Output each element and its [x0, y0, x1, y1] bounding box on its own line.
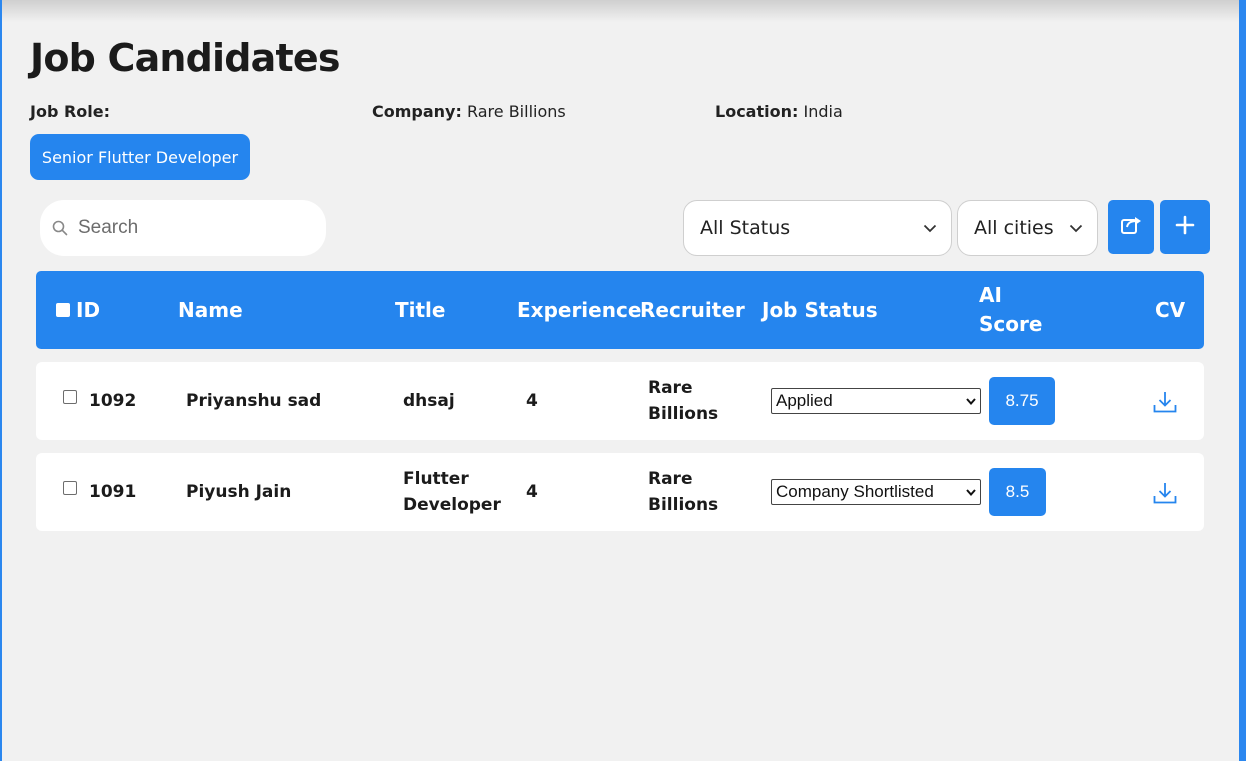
column-header-title[interactable]: Title: [395, 271, 445, 349]
candidate-title: Flutter Developer: [403, 453, 501, 531]
column-header-ai-score[interactable]: AI Score: [979, 271, 1042, 349]
recruiter-line1: Rare: [648, 378, 693, 398]
search-bar[interactable]: [40, 200, 326, 256]
location-label: Location:: [715, 102, 799, 121]
column-header-cv: CV: [1155, 298, 1186, 322]
candidate-title-line2: Developer: [403, 495, 501, 515]
select-all-checkbox[interactable]: [56, 303, 70, 317]
recruiter-line2: Billions: [648, 404, 719, 424]
download-cv-button[interactable]: [1152, 389, 1178, 415]
download-icon: [1153, 483, 1177, 504]
candidate-recruiter: Rare Billions: [648, 453, 718, 531]
share-icon: [1120, 215, 1142, 239]
download-cv-button[interactable]: [1152, 480, 1178, 506]
status-filter-value: All Status: [700, 217, 791, 239]
column-header-id[interactable]: ID: [76, 271, 100, 349]
left-frame-border: [0, 0, 2, 761]
candidate-experience: 4: [526, 482, 538, 502]
job-status-value: Company Shortlisted: [776, 482, 934, 501]
recruiter-line2: Billions: [648, 495, 719, 515]
column-header-job-status[interactable]: Job Status: [762, 271, 878, 349]
candidate-title-line1: Flutter: [403, 469, 469, 489]
ai-score-badge[interactable]: 8.5: [989, 468, 1046, 516]
column-header-recruiter[interactable]: Recruiter: [640, 271, 745, 349]
job-role-chip[interactable]: Senior Flutter Developer: [30, 134, 250, 180]
candidate-recruiter: Rare Billions: [648, 362, 718, 440]
table-row[interactable]: 1092 Priyanshu sad dhsaj 4 Rare Billions…: [36, 362, 1204, 440]
chevron-down-icon: [923, 224, 937, 233]
plus-icon: [1175, 215, 1195, 239]
job-role-meta: Job Role:: [30, 102, 110, 121]
chevron-down-icon: [966, 488, 976, 496]
candidate-id: 1091: [89, 482, 137, 502]
job-status-value: Applied: [776, 391, 833, 410]
job-role-label: Job Role:: [30, 102, 111, 121]
column-header-experience[interactable]: Experience: [517, 271, 641, 349]
city-filter-dropdown[interactable]: All cities: [957, 200, 1098, 256]
candidate-title: dhsaj: [403, 362, 455, 440]
search-input[interactable]: [76, 216, 310, 240]
city-filter-value: All cities: [974, 217, 1054, 239]
download-icon: [1153, 392, 1177, 413]
company-label: Company:: [372, 102, 462, 121]
candidate-id: 1092: [89, 391, 137, 411]
chevron-down-icon: [966, 397, 976, 405]
share-export-button[interactable]: [1108, 200, 1154, 254]
job-status-select[interactable]: Applied: [771, 388, 981, 414]
candidate-experience: 4: [526, 391, 538, 411]
recruiter-line1: Rare: [648, 469, 693, 489]
ai-score-header-line2: Score: [979, 312, 1043, 336]
candidate-name: Piyush Jain: [186, 482, 292, 502]
company-value: Rare Billions: [466, 102, 566, 121]
status-filter-dropdown[interactable]: All Status: [683, 200, 952, 256]
column-header-name[interactable]: Name: [178, 271, 243, 349]
location-value: India: [803, 102, 843, 121]
company-meta: Company: Rare Billions: [372, 102, 566, 121]
job-status-select[interactable]: Company Shortlisted: [771, 479, 981, 505]
candidate-title-line1: dhsaj: [403, 391, 455, 411]
table-header: ID Name Title Experience Recruiter Job S…: [36, 271, 1204, 349]
ai-score-badge[interactable]: 8.75: [989, 377, 1055, 425]
table-row[interactable]: 1091 Piyush Jain Flutter Developer 4 Rar…: [36, 453, 1204, 531]
row-checkbox[interactable]: [63, 390, 77, 404]
search-icon: [52, 218, 72, 238]
candidate-name: Priyanshu sad: [186, 391, 322, 411]
header-shadow: [2, 0, 1239, 22]
page-title: Job Candidates: [30, 36, 340, 80]
row-checkbox[interactable]: [63, 481, 77, 495]
location-meta: Location: India: [715, 102, 843, 121]
right-scrollbar[interactable]: [1239, 0, 1246, 761]
chevron-down-icon: [1069, 224, 1083, 233]
add-candidate-button[interactable]: [1160, 200, 1210, 254]
ai-score-header-line1: AI: [979, 283, 1002, 307]
